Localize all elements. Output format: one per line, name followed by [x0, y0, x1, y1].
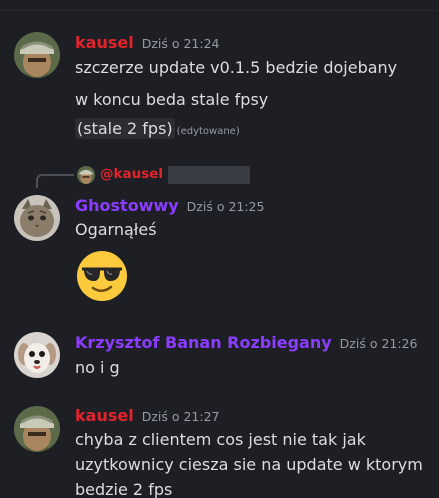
avatar[interactable] — [14, 332, 60, 378]
message-header: Krzysztof Banan Rozbiegany Dziś o 21:26 — [75, 333, 417, 352]
message-text: w koncu beda stale fpsy — [75, 90, 269, 109]
timestamp: Dziś o 21:27 — [141, 409, 220, 424]
message-text: szczerze update v0.1.5 bedzie dojebany — [75, 58, 398, 77]
avatar[interactable] — [14, 32, 60, 78]
top-divider — [0, 0, 439, 11]
timestamp: Dziś o 21:26 — [339, 336, 418, 351]
message-text: no i g — [75, 358, 120, 377]
username[interactable]: kausel — [75, 406, 134, 425]
message-header: Ghostowwy Dziś o 21:25 — [75, 196, 264, 215]
message-text: Ogarnąłeś — [75, 220, 157, 239]
avatar[interactable] — [14, 406, 60, 452]
timestamp: Dziś o 21:25 — [186, 199, 265, 214]
chat-messages: kausel Dziś o 21:24 szczerze update v0.1.… — [0, 0, 439, 498]
cat-avatar-icon — [14, 195, 60, 241]
timestamp: Dziś o 21:24 — [141, 36, 220, 51]
message-text-edited: (stale 2 fps) (edytowane) — [75, 118, 240, 139]
message-header: kausel Dziś o 21:24 — [75, 33, 219, 52]
avatar[interactable] — [14, 195, 60, 241]
reply-mention[interactable]: @kausel — [100, 166, 163, 182]
message-text: (stale 2 fps) — [75, 118, 175, 139]
reply-avatar — [77, 166, 95, 184]
username[interactable]: kausel — [75, 33, 134, 52]
username[interactable]: Krzysztof Banan Rozbiegany — [75, 333, 332, 352]
message-header: kausel Dziś o 21:27 — [75, 406, 219, 425]
message-text: uzytkownicy ciesza sie na update w ktory… — [75, 455, 423, 474]
soldier-avatar-icon — [14, 32, 60, 78]
sunglasses-emoji-icon — [77, 251, 127, 301]
soldier-avatar-icon — [14, 406, 60, 452]
edited-label: (edytowane) — [176, 126, 240, 137]
username[interactable]: Ghostowwy — [75, 196, 179, 215]
reply-spine — [36, 174, 74, 188]
dog-avatar-icon — [14, 332, 60, 378]
soldier-avatar-icon — [77, 166, 95, 184]
sunglasses-emoji[interactable] — [76, 250, 128, 302]
message-text: chyba z clientem cos jest nie tak jak — [75, 430, 366, 449]
reply-preview-redacted[interactable] — [168, 166, 250, 184]
message-text: bedzie 2 fps — [75, 480, 173, 498]
